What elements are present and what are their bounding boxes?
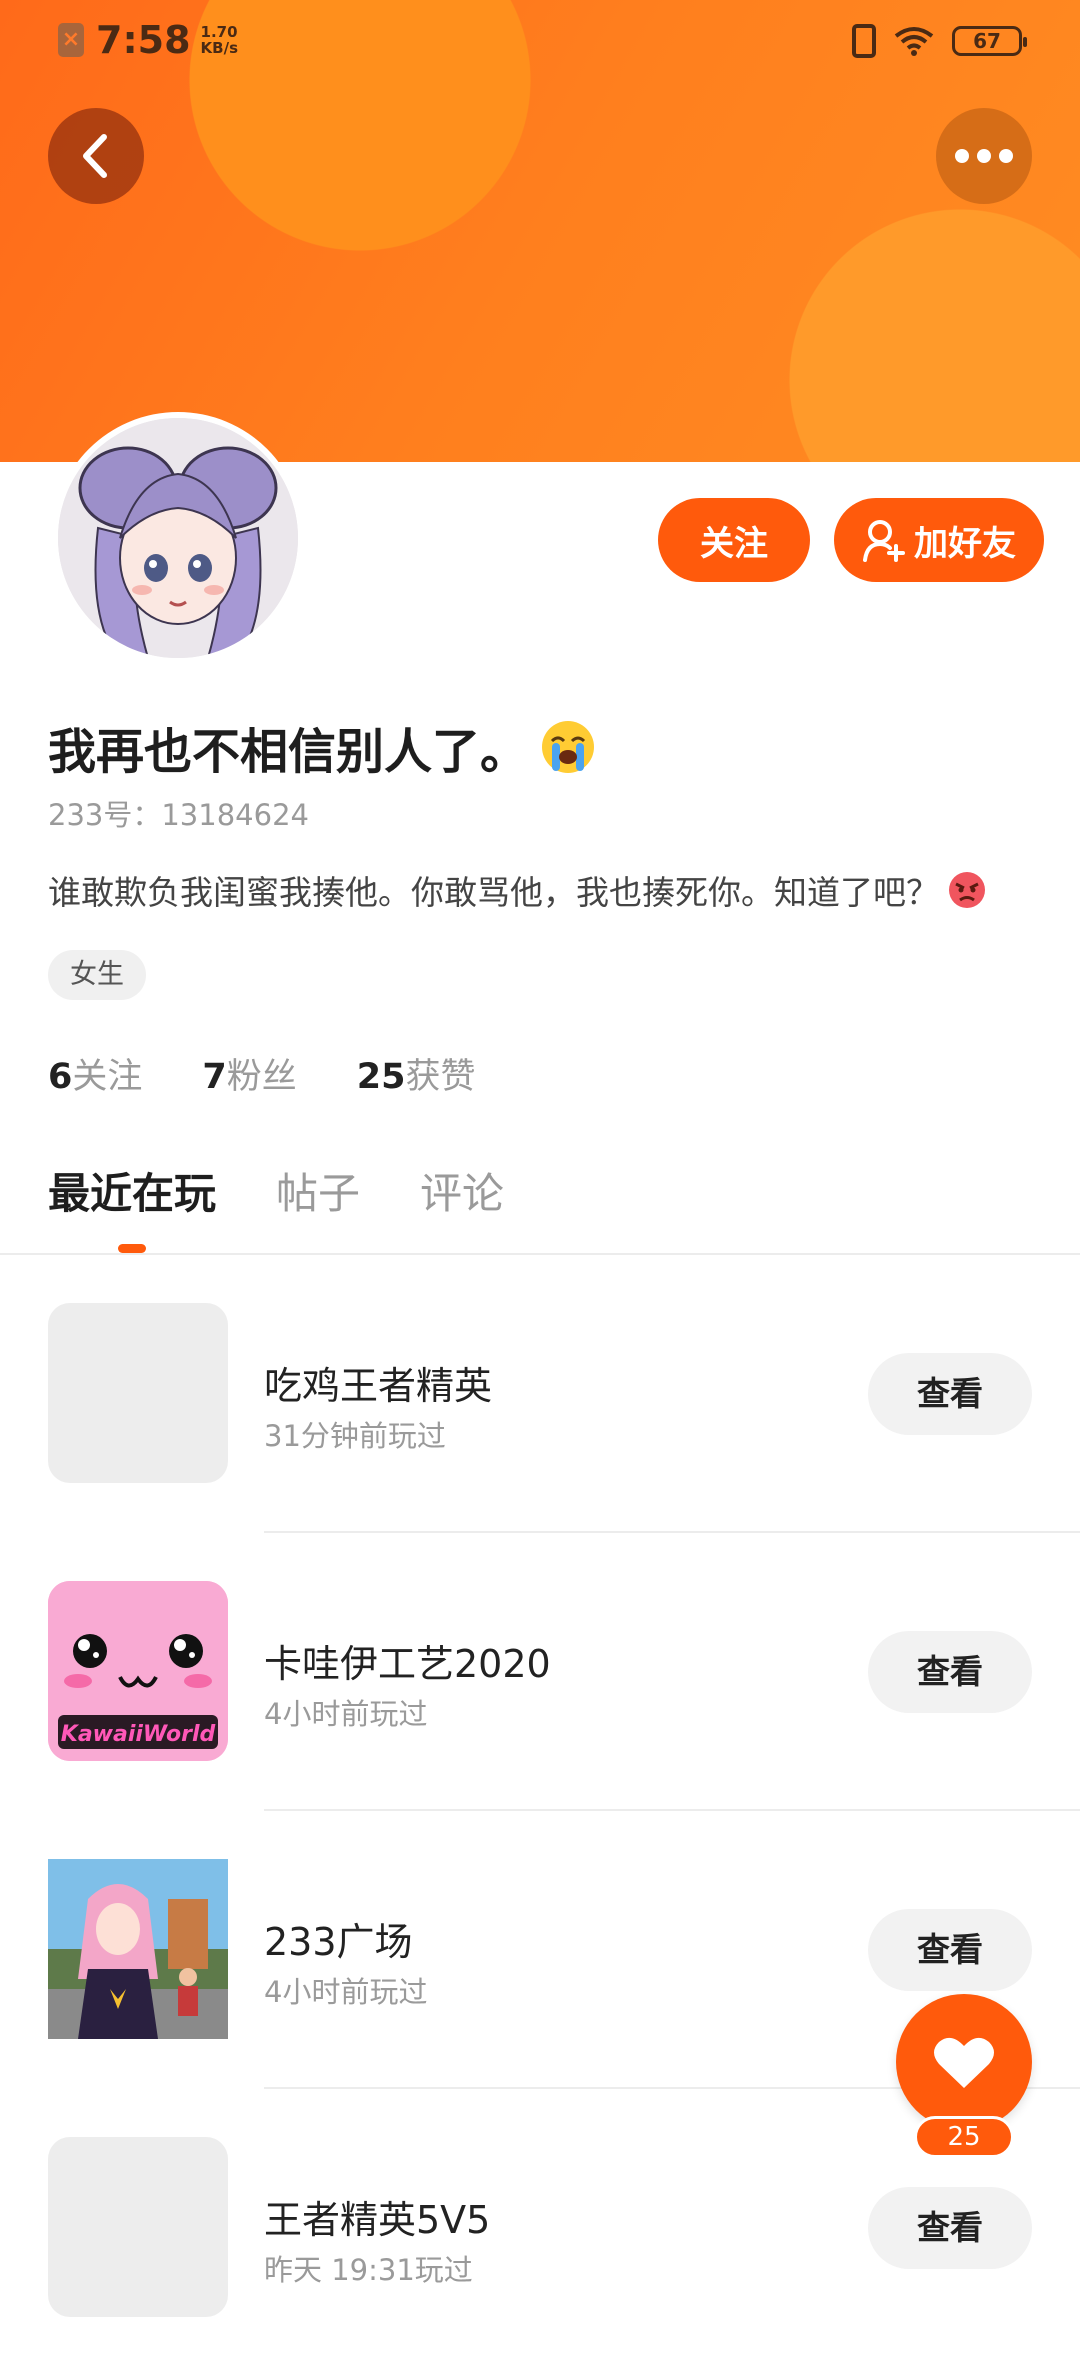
stat-following[interactable]: 6关注 <box>48 1048 142 1099</box>
kawaii-world-icon: KawaiiWorld <box>48 1581 228 1761</box>
status-bar: × 7:58 1.70 KB/s 67 <box>0 0 1080 84</box>
network-speed-unit: KB/s <box>200 39 238 57</box>
back-button[interactable] <box>48 108 144 204</box>
add-friend-button[interactable]: 加好友 <box>834 498 1044 582</box>
follow-label: 关注 <box>700 523 768 564</box>
game-icon-placeholder <box>48 1303 228 1483</box>
add-user-icon <box>863 520 905 562</box>
game-name: 卡哇伊工艺2020 <box>264 1642 551 1686</box>
list-item[interactable]: KawaiiWorld 卡哇伊工艺2020 4小时前玩过 查看 <box>0 1533 1080 1811</box>
battery-icon: 67 <box>952 26 1027 56</box>
game-name: 233广场 <box>264 1920 413 1964</box>
list-item[interactable]: 吃鸡王者精英 31分钟前玩过 查看 <box>0 1255 1080 1533</box>
stat-likes[interactable]: 25获赞 <box>357 1048 476 1099</box>
user-id: 233号：13184624 <box>48 792 309 834</box>
notification-alert-icon: × <box>58 23 84 57</box>
view-button[interactable]: 查看 <box>868 1631 1032 1713</box>
stat-following-label: 关注 <box>72 1057 143 1097</box>
stat-likes-value: 25 <box>356 1057 406 1097</box>
stat-fans-label: 粉丝 <box>226 1057 297 1097</box>
game-icon-placeholder <box>48 2137 228 2317</box>
tab-recent-play[interactable]: 最近在玩 <box>48 1160 216 1221</box>
wifi-icon <box>894 27 934 56</box>
angry-emoji-icon <box>949 872 985 908</box>
network-speed: 1.70 KB/s <box>201 24 238 56</box>
kawaii-world-logo-text: KawaiiWorld <box>61 1722 216 1747</box>
crying-emoji-icon <box>542 721 595 773</box>
user-id-value: 13184624 <box>161 798 309 832</box>
game-last-played: 4小时前玩过 <box>264 1975 428 2009</box>
game-name: 吃鸡王者精英 <box>264 1364 493 1408</box>
tab-posts[interactable]: 帖子 <box>276 1160 360 1221</box>
profile-name-row: 我再也不相信别人了。 <box>48 712 596 782</box>
network-speed-value: 1.70 <box>200 23 238 41</box>
profile-stats: 6关注 7粉丝 25获赞 <box>48 1048 475 1099</box>
user-id-label: 233号： <box>48 798 162 832</box>
anime-plaza-icon <box>48 1859 228 2039</box>
gender-tag: 女生 <box>48 950 146 1000</box>
vibrate-icon <box>852 24 876 58</box>
like-count-badge: 25 <box>914 2116 1014 2158</box>
follow-button[interactable]: 关注 <box>658 498 810 582</box>
game-name: 王者精英5V5 <box>264 2198 491 2242</box>
stat-fans[interactable]: 7粉丝 <box>202 1048 296 1099</box>
profile-tabs: 最近在玩 帖子 评论 <box>48 1160 504 1221</box>
user-bio: 谁敢欺负我闺蜜我揍他。你敢骂他，我也揍死你。知道了吧？ <box>48 873 939 912</box>
like-button[interactable] <box>896 1994 1032 2130</box>
avatar[interactable] <box>52 412 304 664</box>
heart-icon <box>934 2037 994 2088</box>
chevron-left-icon <box>83 134 107 178</box>
avatar-image <box>58 418 298 658</box>
profile-name: 我再也不相信别人了。 <box>48 724 529 780</box>
view-button[interactable]: 查看 <box>868 2187 1032 2269</box>
add-friend-label: 加好友 <box>914 523 1016 564</box>
view-button[interactable]: 查看 <box>868 1909 1032 1991</box>
game-last-played: 昨天 19:31玩过 <box>264 2253 473 2287</box>
bio-row: 谁敢欺负我闺蜜我揍他。你敢骂他，我也揍死你。知道了吧？ <box>48 866 987 914</box>
tab-indicator <box>118 1244 146 1253</box>
stat-likes-label: 获赞 <box>405 1057 476 1097</box>
game-last-played: 31分钟前玩过 <box>264 1419 446 1453</box>
more-button[interactable] <box>936 108 1032 204</box>
status-time: 7:58 <box>96 18 191 62</box>
profile-banner: × 7:58 1.70 KB/s 67 <box>0 0 1080 462</box>
stat-following-value: 6 <box>48 1057 73 1097</box>
more-dots-icon <box>955 149 1013 163</box>
stat-fans-value: 7 <box>202 1057 227 1097</box>
game-last-played: 4小时前玩过 <box>264 1697 428 1731</box>
tab-comments[interactable]: 评论 <box>420 1160 504 1221</box>
view-button[interactable]: 查看 <box>868 1353 1032 1435</box>
